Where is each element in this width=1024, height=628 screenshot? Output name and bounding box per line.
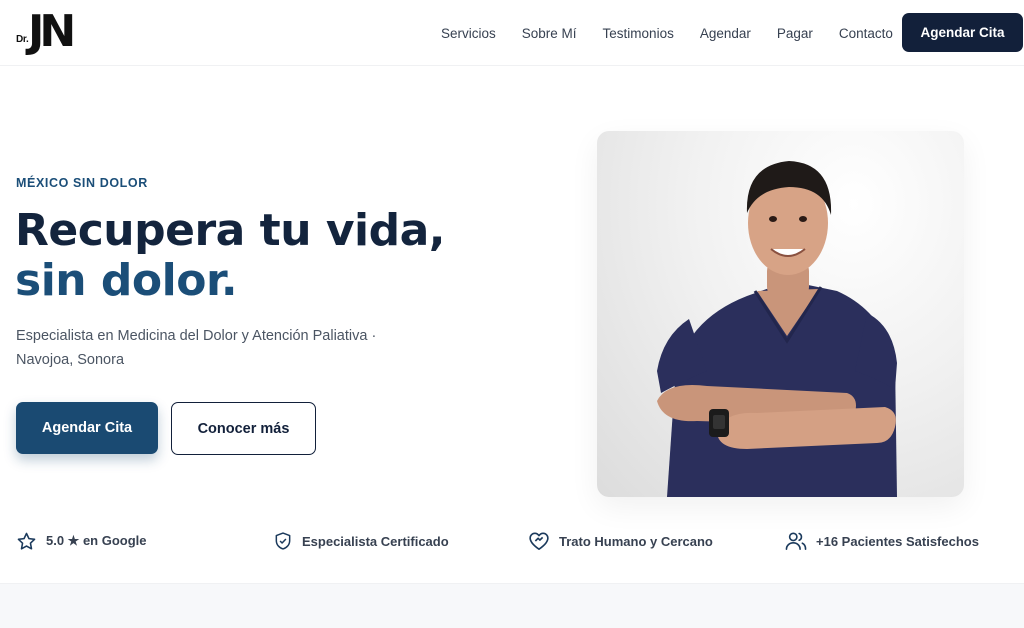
users-icon xyxy=(785,532,807,550)
trust-item-human-care: Trato Humano y Cercano xyxy=(528,515,713,567)
nav-link-contacto[interactable]: Contacto xyxy=(826,26,906,41)
trust-bar: 5.0 ★ en Google Especialista Certificado… xyxy=(0,515,1024,567)
trust-label: 5.0 ★ en Google xyxy=(46,533,147,548)
logo-initials: JN xyxy=(28,6,76,57)
trust-item-google-rating: 5.0 ★ en Google xyxy=(16,515,147,567)
nav-link-sobre-mi[interactable]: Sobre Mí xyxy=(509,26,590,41)
trust-item-certified: Especialista Certificado xyxy=(273,515,449,567)
hero-eyebrow: MÉXICO SIN DOLOR xyxy=(16,176,148,190)
nav-book-appointment-button[interactable]: Agendar Cita xyxy=(902,13,1023,52)
trust-label: +16 Pacientes Satisfechos xyxy=(816,533,979,549)
star-icon xyxy=(17,532,36,550)
nav-link-testimonios[interactable]: Testimonios xyxy=(590,26,687,41)
hero-title-line1: Recupera tu vida, xyxy=(15,205,446,256)
nav-links: Servicios Sobre Mí Testimonios Agendar P… xyxy=(428,0,906,66)
learn-more-button[interactable]: Conocer más xyxy=(171,402,316,455)
next-section-band xyxy=(0,583,1024,628)
trust-item-patients: +16 Pacientes Satisfechos xyxy=(785,515,979,567)
doctor-photo xyxy=(597,131,964,497)
shield-check-icon xyxy=(275,532,291,550)
navbar: Dr. JN Servicios Sobre Mí Testimonios Ag… xyxy=(0,0,1024,66)
nav-link-servicios[interactable]: Servicios xyxy=(428,26,509,41)
trust-label: Trato Humano y Cercano xyxy=(559,533,713,549)
hero-title-line2: sin dolor. xyxy=(15,255,238,306)
hero-title: Recupera tu vida, sin dolor. xyxy=(15,205,446,306)
nav-link-pagar[interactable]: Pagar xyxy=(764,26,826,41)
hero-subtitle: Especialista en Medicina del Dolor y Ate… xyxy=(16,328,377,368)
nav-link-agendar[interactable]: Agendar xyxy=(687,26,764,41)
logo-prefix: Dr. xyxy=(16,34,29,45)
logo[interactable]: Dr. JN xyxy=(14,6,76,58)
trust-label: Especialista Certificado xyxy=(302,533,449,549)
heart-handshake-icon xyxy=(529,532,549,550)
book-appointment-button[interactable]: Agendar Cita xyxy=(16,402,158,454)
